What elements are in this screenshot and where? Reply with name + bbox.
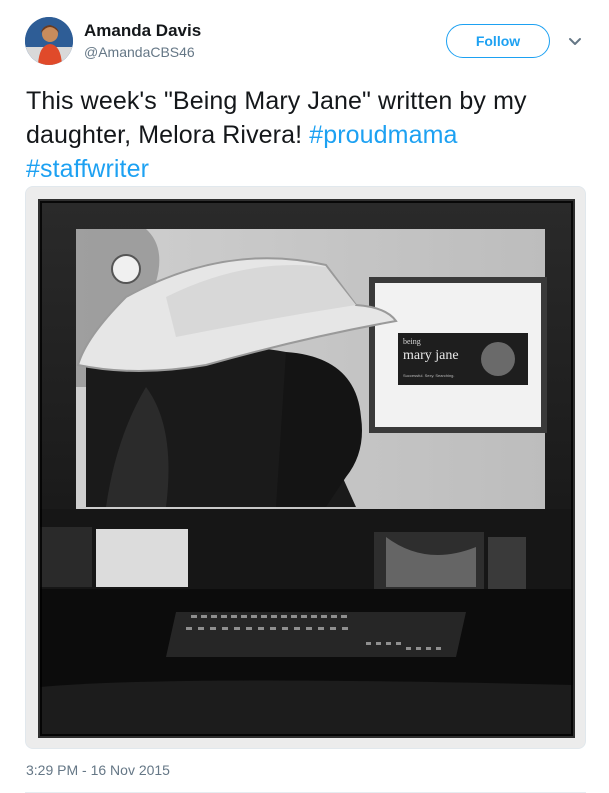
author-handle[interactable]: @AmandaCBS46 bbox=[84, 44, 195, 60]
poster-tagline: Successful. Sexy. Searching. bbox=[403, 373, 455, 378]
avatar-photo bbox=[25, 17, 73, 65]
tweet-timestamp[interactable]: 3:29 PM - 16 Nov 2015 bbox=[26, 762, 170, 778]
photo-scene: being mary jane Successful. Sexy. Search… bbox=[26, 187, 585, 748]
poster-title-prefix: being bbox=[403, 337, 421, 346]
author-name[interactable]: Amanda Davis bbox=[84, 21, 201, 41]
chevron-down-icon[interactable] bbox=[566, 34, 584, 48]
poster-title: mary jane bbox=[403, 348, 459, 363]
avatar[interactable] bbox=[25, 17, 73, 65]
hashtag-link[interactable]: #staffwriter bbox=[26, 155, 149, 183]
tweet-photo[interactable]: being mary jane Successful. Sexy. Search… bbox=[25, 186, 586, 749]
tweet-text: This week's "Being Mary Jane" written by… bbox=[26, 84, 586, 186]
follow-button[interactable]: Follow bbox=[446, 24, 550, 58]
hashtag-link[interactable]: #proudmama bbox=[309, 121, 457, 149]
